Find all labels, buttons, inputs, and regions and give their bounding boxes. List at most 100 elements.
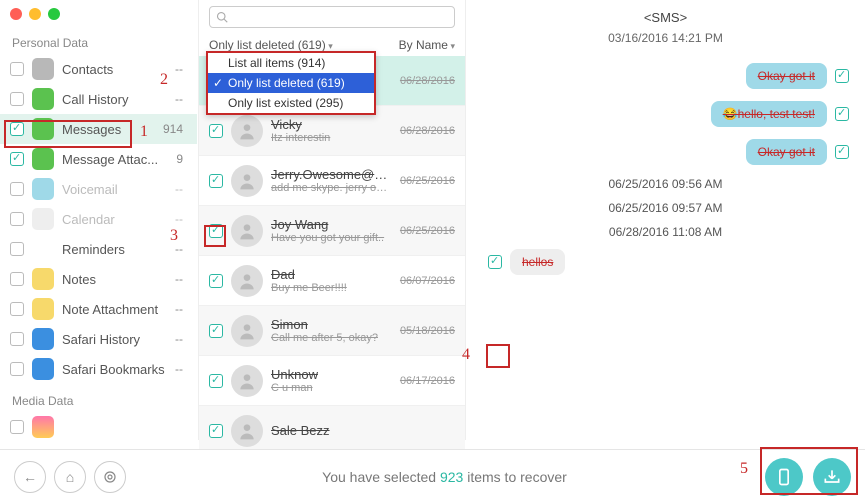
category-icon <box>32 88 54 110</box>
thread-checkbox[interactable] <box>209 274 223 288</box>
avatar <box>231 365 263 397</box>
sidebar-item-label: Contacts <box>62 62 167 77</box>
timestamp-line: 06/28/2016 11:08 AM <box>482 225 849 239</box>
thread-preview: Have you got your gift.. <box>271 232 392 244</box>
thread-checkbox[interactable] <box>209 224 223 238</box>
thread-item[interactable]: DadBuy me Beer!!!!06/07/2016 <box>199 256 465 306</box>
sidebar-item-calendar[interactable]: Calendar-- <box>0 204 197 234</box>
checkbox-icon[interactable] <box>10 92 24 106</box>
checkbox-icon[interactable] <box>10 420 24 434</box>
sidebar: Personal Data Contacts -- Call History -- Me… <box>0 0 198 440</box>
sidebar-item-label: Calendar <box>62 212 167 227</box>
filter-dropdown[interactable]: Only list deleted (619) <box>209 38 333 52</box>
search-field[interactable] <box>232 10 448 24</box>
category-icon <box>32 148 54 170</box>
category-icon <box>32 298 54 320</box>
thread-date: 06/07/2016 <box>400 275 455 287</box>
export-icon <box>822 467 842 487</box>
checkbox-icon[interactable] <box>10 332 24 346</box>
thread-date: 06/28/2016 <box>400 125 455 137</box>
category-icon <box>32 268 54 290</box>
sidebar-item-media[interactable] <box>0 412 197 442</box>
sidebar-item-count: -- <box>175 302 187 316</box>
sidebar-item-count: -- <box>175 182 187 196</box>
message-checkbox[interactable] <box>835 69 849 83</box>
checkbox-icon[interactable] <box>10 62 24 76</box>
close-window-button[interactable] <box>10 8 22 20</box>
message-bubble-out: Okay got it <box>746 63 827 89</box>
sidebar-item-count: -- <box>175 332 187 346</box>
avatar <box>231 315 263 347</box>
filter-menu: List all items (914)Only list deleted (6… <box>206 51 376 115</box>
thread-name: Simon <box>271 317 392 332</box>
avatar <box>231 215 263 247</box>
recover-to-device-button[interactable] <box>765 458 803 496</box>
timestamp-line: 06/25/2016 09:56 AM <box>482 177 849 191</box>
checkbox-icon[interactable] <box>10 302 24 316</box>
thread-checkbox[interactable] <box>209 174 223 188</box>
thread-preview: C u man <box>271 382 392 394</box>
avatar <box>231 115 263 147</box>
category-icon <box>32 328 54 350</box>
sidebar-item-label: Call History <box>62 92 167 107</box>
filter-option[interactable]: List all items (914) <box>208 53 374 73</box>
thread-date: 06/25/2016 <box>400 175 455 187</box>
annotation-num-4: 4 <box>462 346 470 364</box>
sidebar-item-label: Voicemail <box>62 182 167 197</box>
checkbox-icon[interactable] <box>10 122 24 136</box>
minimize-window-button[interactable] <box>29 8 41 20</box>
checkbox-icon[interactable] <box>10 212 24 226</box>
category-icon <box>32 118 54 140</box>
thread-checkbox[interactable] <box>209 324 223 338</box>
thread-item[interactable]: SimonCall me after 5, okay?05/18/2016 <box>199 306 465 356</box>
thread-name: Jerry.Owesome@aol.com <box>271 167 392 182</box>
sidebar-item-count: -- <box>175 62 187 76</box>
sidebar-item-count: -- <box>175 362 187 376</box>
sidebar-item-reminders[interactable]: Reminders-- <box>0 234 197 264</box>
sidebar-item-voicemail[interactable]: Voicemail -- <box>0 174 197 204</box>
annotation-num-2: 2 <box>160 71 168 89</box>
filter-option[interactable]: Only list deleted (619) <box>208 73 374 93</box>
thread-name: Vicky <box>271 117 392 132</box>
thread-item[interactable]: UnknowC u man06/17/2016 <box>199 356 465 406</box>
search-input[interactable] <box>209 6 455 28</box>
checkbox-icon[interactable] <box>10 242 24 256</box>
checkbox-icon[interactable] <box>10 182 24 196</box>
message-checkbox[interactable] <box>835 107 849 121</box>
checkbox-icon[interactable] <box>10 152 24 166</box>
checkbox-icon[interactable] <box>10 272 24 286</box>
sort-dropdown[interactable]: By Name <box>399 38 455 52</box>
message-checkbox[interactable] <box>835 145 849 159</box>
sidebar-item-label: Note Attachment <box>62 302 167 317</box>
annotation-num-3: 3 <box>170 227 178 245</box>
sidebar-item-message-attac-[interactable]: Message Attac...9 <box>0 144 197 174</box>
sidebar-item-note-attachment[interactable]: Note Attachment -- <box>0 294 197 324</box>
filter-option[interactable]: Only list existed (295) <box>208 93 374 113</box>
thread-name: Sale Bezz <box>271 423 447 438</box>
maximize-window-button[interactable] <box>48 8 60 20</box>
recover-to-computer-button[interactable] <box>813 458 851 496</box>
settings-button[interactable] <box>94 461 126 493</box>
sidebar-item-label: Safari History <box>62 332 167 347</box>
sidebar-item-label: Notes <box>62 272 167 287</box>
search-icon <box>216 11 228 23</box>
sidebar-item-notes[interactable]: Notes-- <box>0 264 197 294</box>
home-button[interactable]: ⌂ <box>54 461 86 493</box>
thread-checkbox[interactable] <box>209 124 223 138</box>
thread-checkbox[interactable] <box>209 424 223 438</box>
thread-item[interactable]: Jerry.Owesome@aol.comadd me skype. jerry… <box>199 156 465 206</box>
checkbox-icon[interactable] <box>10 362 24 376</box>
back-button[interactable]: ← <box>14 461 46 493</box>
sidebar-item-safari-bookmarks[interactable]: Safari Bookmarks-- <box>0 354 197 384</box>
thread-preview: Buy me Beer!!!! <box>271 282 392 294</box>
sidebar-section-personal: Personal Data <box>0 32 197 54</box>
thread-item[interactable]: Joy WangHave you got your gift..06/25/20… <box>199 206 465 256</box>
message-checkbox[interactable] <box>488 255 502 269</box>
thread-preview: Call me after 5, okay? <box>271 332 392 344</box>
avatar <box>231 165 263 197</box>
thread-list-panel: Only list deleted (619) By Name 06/28/20… <box>198 0 466 440</box>
thread-name: Joy Wang <box>271 217 392 232</box>
sidebar-item-messages[interactable]: Messages914 <box>0 114 197 144</box>
sidebar-item-safari-history[interactable]: Safari History -- <box>0 324 197 354</box>
thread-checkbox[interactable] <box>209 374 223 388</box>
